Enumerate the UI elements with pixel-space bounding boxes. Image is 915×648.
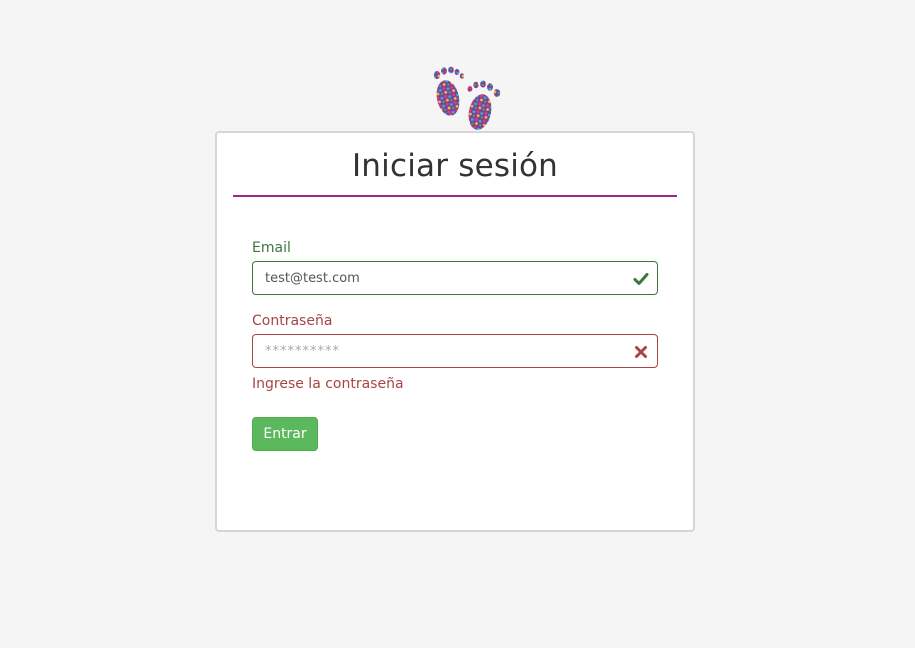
page-title: Iniciar sesión [351, 148, 559, 184]
password-field-wrapper [252, 334, 658, 368]
footprints-logo-icon [428, 62, 506, 136]
password-label: Contraseña [252, 313, 333, 329]
title-divider [233, 195, 677, 197]
checkmark-icon [633, 271, 649, 287]
login-card: Iniciar sesión Email Contraseña Ingrese … [215, 131, 695, 532]
submit-button[interactable]: Entrar [252, 417, 318, 451]
password-field[interactable] [253, 335, 657, 367]
cross-icon [633, 344, 649, 360]
email-field[interactable] [253, 262, 657, 294]
email-field-wrapper [252, 261, 658, 295]
email-label: Email [252, 240, 291, 256]
password-error-message: Ingrese la contraseña [252, 376, 404, 392]
